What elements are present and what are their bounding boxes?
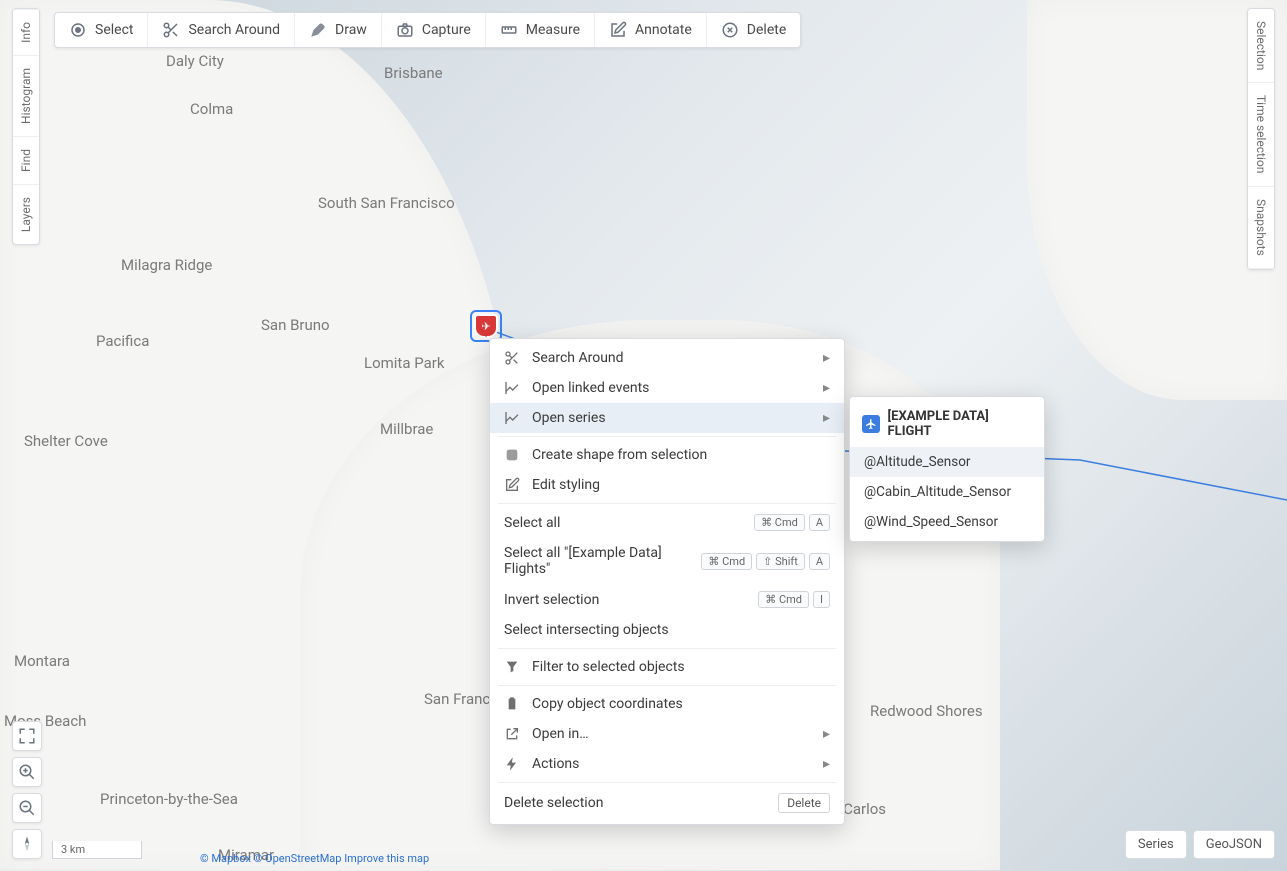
map-controls	[12, 721, 42, 859]
submenu-item[interactable]: @Cabin_Altitude_Sensor	[850, 477, 1044, 507]
cm-label: Edit styling	[532, 477, 600, 493]
cm-open-in-[interactable]: Open in… ▸	[490, 719, 844, 749]
zoom-in-button[interactable]	[12, 757, 42, 787]
cm-open-linked-events[interactable]: Open linked events ▸	[490, 373, 844, 403]
toolbar-select[interactable]: Select	[55, 13, 148, 47]
cm-label: Invert selection	[504, 592, 746, 608]
right-panel-tabs: SelectionTime selectionSnapshots	[1247, 8, 1275, 270]
open-series-submenu: [EXAMPLE DATA] FLIGHT @Altitude_Sensor@Ca…	[849, 396, 1045, 542]
zoom-out-button[interactable]	[12, 793, 42, 823]
bottom-right-buttons: SeriesGeoJSON	[1125, 830, 1275, 859]
toolbar-label: Annotate	[635, 22, 692, 38]
right-tab-snapshots[interactable]: Snapshots	[1248, 187, 1274, 269]
toolbar-capture[interactable]: Capture	[382, 13, 486, 47]
cm-open-series[interactable]: Open series ▸	[490, 403, 844, 433]
flight-icon	[862, 415, 880, 433]
submenu-item[interactable]: @Altitude_Sensor	[850, 447, 1044, 477]
toolbar-delete[interactable]: Delete	[707, 13, 800, 47]
cm-label: Select all	[504, 515, 742, 531]
toolbar-label: Search Around	[188, 22, 280, 38]
chevron-right-icon: ▸	[823, 726, 830, 742]
left-tab-info[interactable]: Info	[13, 9, 39, 55]
cm-label: Actions	[532, 756, 579, 772]
delete-key-button[interactable]: Delete	[778, 793, 830, 813]
chevron-right-icon: ▸	[823, 410, 830, 426]
cm-copy-object-coordinates[interactable]: Copy object coordinates	[490, 689, 844, 719]
br-geojson[interactable]: GeoJSON	[1193, 830, 1275, 859]
submenu-title: [EXAMPLE DATA] FLIGHT	[888, 409, 1032, 439]
toolbar-label: Measure	[526, 22, 580, 38]
cm-label: Open linked events	[532, 380, 649, 396]
fullscreen-button[interactable]	[12, 721, 42, 751]
context-menu: Search Around▸Open linked events▸Open se…	[489, 338, 845, 825]
cm-invert-selection[interactable]: Invert selection ⌘ CmdI	[490, 584, 844, 615]
submenu-item[interactable]: @Wind_Speed_Sensor	[850, 507, 1044, 537]
city-label: Brisbane	[384, 64, 443, 82]
cm-search-around[interactable]: Search Around ▸	[490, 343, 844, 373]
toolbar-draw[interactable]: Draw	[295, 13, 382, 47]
cm-edit-styling[interactable]: Edit styling	[490, 470, 844, 500]
cm-label: Filter to selected objects	[532, 659, 685, 675]
left-panel-tabs: InfoHistogramFindLayers	[12, 8, 40, 245]
left-tab-histogram[interactable]: Histogram	[13, 55, 39, 136]
right-tab-time-selection[interactable]: Time selection	[1248, 83, 1274, 186]
chevron-right-icon: ▸	[823, 380, 830, 396]
submenu-header: [EXAMPLE DATA] FLIGHT	[850, 401, 1044, 447]
cm-label: Copy object coordinates	[532, 696, 683, 712]
cm-label: Delete selection	[504, 795, 766, 811]
toolbar-label: Capture	[422, 22, 471, 38]
cm-filter-to-selected-objects[interactable]: Filter to selected objects	[490, 652, 844, 682]
left-tab-layers[interactable]: Layers	[13, 184, 39, 244]
main-toolbar: Select Search Around Draw Capture Measure Ann…	[54, 12, 801, 48]
cm-label: Select all "[Example Data] Flights"	[504, 545, 689, 577]
scale-bar: 3 km	[52, 841, 142, 859]
cm-actions[interactable]: Actions ▸	[490, 749, 844, 779]
cm-label: Search Around	[532, 350, 624, 366]
cm-label: Open series	[532, 410, 606, 426]
toolbar-search-around[interactable]: Search Around	[148, 13, 295, 47]
compass-button[interactable]	[12, 829, 42, 859]
cm-select-intersecting-objects[interactable]: Select intersecting objects	[490, 615, 844, 645]
cm-select-all-example-data-flights-[interactable]: Select all "[Example Data] Flights" ⌘ Cmd…	[490, 538, 844, 584]
toolbar-measure[interactable]: Measure	[486, 13, 595, 47]
cm-create-shape-from-selection[interactable]: Create shape from selection	[490, 440, 844, 470]
left-tab-find[interactable]: Find	[13, 136, 39, 184]
shortcut: ⌘ Cmd⇧ ShiftA	[701, 553, 830, 570]
toolbar-annotate[interactable]: Annotate	[595, 13, 707, 47]
shortcut: ⌘ CmdI	[758, 591, 830, 608]
chevron-right-icon: ▸	[823, 350, 830, 366]
cm-label: Select intersecting objects	[504, 622, 830, 638]
toolbar-label: Draw	[335, 22, 367, 38]
cm-select-all[interactable]: Select all ⌘ CmdA	[490, 507, 844, 538]
cm-label: Open in…	[532, 726, 589, 742]
map-attribution[interactable]: © Mapbox © OpenStreetMap Improve this ma…	[200, 852, 429, 865]
toolbar-label: Delete	[747, 22, 786, 38]
toolbar-label: Select	[95, 22, 133, 38]
cm-delete-selection[interactable]: Delete selection Delete	[490, 786, 844, 820]
cm-label: Create shape from selection	[532, 447, 707, 463]
right-tab-selection[interactable]: Selection	[1248, 9, 1274, 83]
chevron-right-icon: ▸	[823, 756, 830, 772]
br-series[interactable]: Series	[1125, 830, 1187, 859]
shortcut: ⌘ CmdA	[754, 514, 830, 531]
